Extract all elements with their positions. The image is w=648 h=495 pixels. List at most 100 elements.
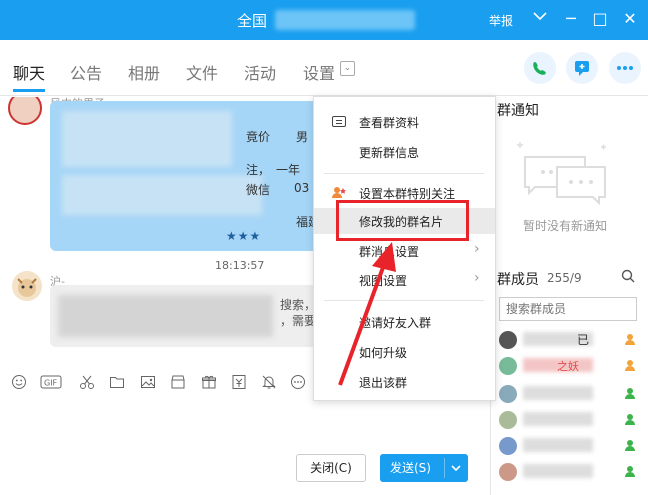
redacted-text — [62, 111, 232, 167]
avatar — [499, 437, 517, 455]
title-redacted — [275, 10, 415, 30]
menu-item-how-to-upgrade[interactable]: 如何升级 — [314, 339, 495, 365]
member-role-icon — [625, 440, 635, 451]
send-button[interactable]: 发送(S) — [380, 454, 468, 482]
menu-item-label: 更新群信息 — [359, 146, 420, 160]
member-name: 之妖 — [557, 360, 579, 373]
gif-icon[interactable]: GIF — [40, 374, 62, 392]
menu-item-label: 邀请好友入群 — [359, 316, 432, 330]
list-item[interactable] — [499, 383, 639, 405]
tab-album[interactable]: 相册 — [128, 60, 160, 84]
member-role-icon — [625, 466, 635, 477]
close-button[interactable]: 关闭(C) — [296, 454, 366, 482]
menu-divider — [324, 300, 484, 301]
smile-icon[interactable] — [10, 374, 28, 392]
chat-bubble-icon — [575, 61, 589, 76]
more-options-button[interactable] — [609, 52, 641, 84]
stars-decoration: ★★★ — [226, 229, 262, 243]
title-bar: 全国 举报 ─ □ ✕ — [0, 0, 648, 40]
list-item[interactable] — [499, 461, 639, 483]
menu-divider — [324, 173, 484, 174]
menu-item-label: 群消息设置 — [359, 245, 420, 259]
list-item[interactable]: 已 — [499, 329, 639, 351]
message-fragment: 注， — [246, 163, 271, 177]
menu-icon[interactable] — [530, 8, 550, 30]
maximize-button[interactable]: □ — [590, 8, 610, 30]
minimize-button[interactable]: ─ — [561, 8, 581, 30]
gift-icon[interactable] — [200, 374, 218, 392]
list-item[interactable] — [499, 409, 639, 431]
menu-item-view-settings[interactable]: 视图设置 › — [314, 267, 495, 293]
highlight-box — [336, 200, 469, 241]
notice-empty-text: 暂时没有新通知 — [523, 219, 608, 233]
member-name: 已 — [577, 333, 590, 347]
right-panel: 群通知 暂时没有新通知 群成员 255/9 已 之妖 — [490, 97, 648, 495]
report-link[interactable]: 举报 — [489, 12, 513, 29]
member-role-icon — [625, 414, 635, 425]
message-fragment: 一年 — [276, 163, 301, 177]
tab-chat[interactable]: 聊天 — [13, 60, 45, 84]
card-icon — [332, 116, 346, 127]
scissors-icon[interactable] — [78, 374, 96, 392]
member-role-icon — [625, 360, 635, 371]
avatar — [499, 357, 517, 375]
redacted-text — [523, 412, 593, 426]
notice-title: 群通知 — [497, 103, 539, 119]
member-search-input[interactable] — [499, 297, 637, 321]
send-options-icon[interactable] — [450, 454, 462, 494]
chevron-right-icon: › — [474, 241, 480, 257]
settings-dropdown-icon[interactable]: ⌄ — [340, 61, 355, 76]
message-fragment: 男 — [296, 130, 309, 144]
folder-icon[interactable] — [108, 374, 126, 392]
menu-item-label: 如何升级 — [359, 346, 408, 360]
image-icon[interactable] — [139, 374, 157, 392]
redacted-text — [523, 386, 593, 400]
avatar — [499, 331, 517, 349]
shop-icon[interactable] — [169, 374, 187, 392]
message-fragment: 微信 — [246, 183, 271, 197]
message-button[interactable] — [566, 52, 598, 84]
chat-bubbles-illustration — [517, 142, 606, 206]
tab-settings[interactable]: 设置 — [303, 60, 335, 84]
focus-icon — [332, 187, 346, 198]
list-item[interactable] — [499, 435, 639, 457]
menu-item-view-group-info[interactable]: 查看群资料 — [314, 109, 495, 135]
close-window-button[interactable]: ✕ — [620, 8, 640, 30]
members-title: 群成员 — [497, 272, 539, 288]
menu-item-invite-friends[interactable]: 邀请好友入群 — [314, 309, 495, 335]
redacted-text — [58, 295, 273, 337]
menu-item-leave-group[interactable]: 退出该群 — [314, 369, 495, 395]
avatar — [499, 385, 517, 403]
money-icon[interactable] — [230, 374, 248, 392]
tab-bar: 聊天 公告 相册 文件 活动 设置 ⌄ — [0, 40, 648, 96]
more-icon[interactable] — [289, 374, 307, 392]
active-tab-indicator — [13, 89, 45, 92]
redacted-text — [62, 175, 262, 215]
call-button[interactable] — [524, 52, 556, 84]
menu-item-message-settings[interactable]: 群消息设置 › — [314, 238, 495, 264]
menu-item-label: 查看群资料 — [359, 116, 420, 130]
avatar[interactable] — [12, 271, 42, 301]
menu-item-label: 视图设置 — [359, 274, 408, 288]
send-button-label: 发送(S) — [390, 461, 431, 475]
redacted-text — [523, 464, 593, 478]
message-fragment: 竟价 — [246, 130, 271, 144]
avatar — [499, 411, 517, 429]
bell-icon[interactable] — [260, 374, 278, 392]
avatar — [499, 463, 517, 481]
list-item[interactable]: 之妖 — [499, 355, 639, 377]
chevron-right-icon: › — [474, 270, 480, 286]
redacted-text — [523, 438, 593, 452]
member-role-icon — [625, 334, 635, 345]
menu-item-update-group-info[interactable]: 更新群信息 — [314, 139, 495, 165]
send-divider — [444, 458, 445, 478]
avatar[interactable] — [8, 97, 42, 125]
tab-files[interactable]: 文件 — [186, 60, 218, 84]
message-timestamp: 18:13:57 — [215, 259, 265, 272]
message-fragment: 03 — [294, 181, 310, 195]
message-bubble[interactable]: 竟价 男 注， 一年 微信 03 福建 ★★★ — [50, 101, 330, 251]
window-title: 全国 — [237, 12, 268, 30]
search-icon[interactable] — [621, 269, 635, 287]
tab-activity[interactable]: 活动 — [244, 60, 276, 84]
tab-announcement[interactable]: 公告 — [70, 60, 102, 84]
